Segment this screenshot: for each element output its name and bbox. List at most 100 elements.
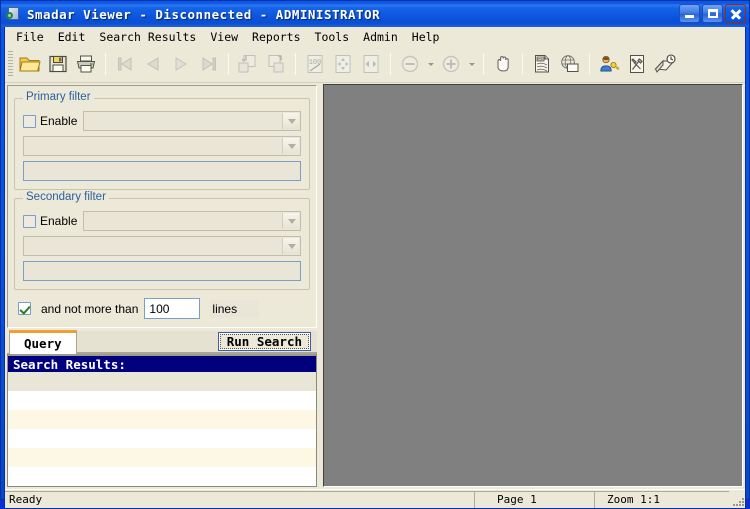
print-icon[interactable]	[72, 50, 100, 78]
secondary-filter-row-2	[23, 236, 301, 256]
svg-text:PDF: PDF	[537, 58, 543, 62]
search-results-header: Search Results:	[8, 354, 316, 372]
next-page-icon[interactable]	[167, 50, 195, 78]
chevron-down-icon[interactable]	[282, 113, 299, 129]
primary-filter-row-2	[23, 136, 301, 156]
primary-filter-row-3	[23, 161, 301, 181]
list-item[interactable]	[8, 372, 316, 391]
primary-filter-operator-combo[interactable]	[23, 136, 301, 156]
run-search-button[interactable]: Run Search	[217, 332, 311, 351]
zoom-100-percent-icon[interactable]: 100	[301, 50, 329, 78]
primary-filter-enable-label: Enable	[40, 114, 78, 128]
toolbar-separator	[228, 53, 229, 75]
search-results-list[interactable]	[8, 372, 316, 486]
close-button[interactable]	[725, 4, 746, 23]
filter-form: Primary filter Enable Secondary filter E…	[7, 85, 317, 328]
zoom-out-dropdown-icon[interactable]	[424, 50, 437, 78]
fit-width-icon[interactable]	[357, 50, 385, 78]
history-log-icon[interactable]	[651, 50, 679, 78]
status-message: Ready	[5, 490, 474, 508]
line-limit-checkbox[interactable]	[18, 302, 31, 315]
toolbar-separator	[483, 53, 484, 75]
list-item[interactable]	[8, 448, 316, 467]
svg-text:100: 100	[309, 59, 322, 67]
menu-help[interactable]: Help	[405, 28, 447, 46]
application-window: Smadar Viewer - Disconnected - ADMINISTR…	[0, 0, 750, 509]
line-limit-label: and not more than	[41, 301, 139, 316]
menu-reports[interactable]: Reports	[245, 28, 307, 46]
secondary-filter-field-combo[interactable]	[83, 211, 301, 231]
primary-filter-row-1: Enable	[23, 111, 301, 131]
user-permissions-icon[interactable]	[595, 50, 623, 78]
toolbar-separator	[295, 53, 296, 75]
list-item[interactable]	[8, 429, 316, 448]
zoom-in-dropdown-icon[interactable]	[465, 50, 478, 78]
secondary-filter-enable-label: Enable	[40, 214, 78, 228]
toolbar-separator	[390, 53, 391, 75]
secondary-filter-value-input[interactable]	[23, 261, 301, 281]
secondary-filter-operator-combo[interactable]	[23, 236, 301, 256]
document-viewer-area[interactable]	[323, 84, 743, 487]
chevron-down-icon[interactable]	[282, 138, 299, 154]
primary-filter-value-input[interactable]	[23, 161, 301, 181]
line-limit-input[interactable]: 100	[144, 298, 201, 319]
list-item[interactable]	[8, 391, 316, 410]
line-limit-row: and not more than 100 lines	[18, 298, 310, 319]
list-item[interactable]	[8, 410, 316, 429]
resize-grip-icon[interactable]	[729, 491, 745, 507]
status-bar: Ready Page 1 Zoom 1:1	[5, 489, 745, 508]
insert-page-after-icon[interactable]	[262, 50, 290, 78]
menu-edit[interactable]: Edit	[51, 28, 93, 46]
menu-search-results[interactable]: Search Results	[92, 28, 203, 46]
status-zoom: Zoom 1:1	[594, 490, 729, 508]
tabstrip-filler: Run Search	[76, 331, 317, 353]
menu-admin[interactable]: Admin	[356, 28, 405, 46]
line-limit-units-label: lines	[210, 299, 260, 318]
query-panel: Primary filter Enable Secondary filter E…	[5, 83, 319, 489]
secondary-filter-row-3	[23, 261, 301, 281]
list-item[interactable]	[8, 467, 316, 486]
insert-page-before-icon[interactable]	[234, 50, 262, 78]
save-floppy-icon[interactable]	[44, 50, 72, 78]
title-bar[interactable]: Smadar Viewer - Disconnected - ADMINISTR…	[1, 1, 749, 27]
chevron-down-icon[interactable]	[282, 213, 299, 229]
minimize-button[interactable]	[679, 4, 700, 23]
pan-hand-icon[interactable]	[489, 50, 517, 78]
window-controls	[679, 4, 746, 23]
client-area: File Edit Search Results View Reports To…	[4, 27, 746, 509]
previous-page-icon[interactable]	[139, 50, 167, 78]
first-page-icon[interactable]	[111, 50, 139, 78]
toolbar-separator	[105, 53, 106, 75]
viewer-app-icon	[5, 5, 23, 23]
window-title: Smadar Viewer - Disconnected - ADMINISTR…	[27, 6, 381, 22]
menu-tools[interactable]: Tools	[308, 28, 357, 46]
toolbar-separator	[522, 53, 523, 75]
secondary-filter-group: Secondary filter Enable	[14, 191, 310, 290]
primary-filter-field-combo[interactable]	[83, 111, 301, 131]
tab-query[interactable]: Query	[9, 330, 77, 354]
toolbar-grip[interactable]	[8, 51, 13, 77]
fit-page-icon[interactable]	[329, 50, 357, 78]
zoom-out-icon[interactable]	[396, 50, 424, 78]
maximize-button[interactable]	[702, 4, 723, 23]
query-tabstrip: Query Run Search	[7, 328, 317, 354]
export-pdf-icon[interactable]: PDF	[528, 50, 556, 78]
menu-view[interactable]: View	[203, 28, 245, 46]
publish-web-icon[interactable]	[556, 50, 584, 78]
last-page-icon[interactable]	[195, 50, 223, 78]
status-page: Page 1	[474, 490, 594, 508]
toolbar-separator	[589, 53, 590, 75]
menu-bar: File Edit Search Results View Reports To…	[5, 27, 745, 46]
main-split: Primary filter Enable Secondary filter E…	[5, 83, 745, 489]
search-results-panel: Search Results:	[7, 354, 317, 487]
menu-file[interactable]: File	[9, 28, 51, 46]
zoom-in-icon[interactable]	[437, 50, 465, 78]
primary-filter-enable-checkbox[interactable]	[23, 114, 36, 128]
secondary-filter-enable-checkbox[interactable]	[23, 214, 36, 228]
settings-tools-icon[interactable]	[623, 50, 651, 78]
primary-filter-group: Primary filter Enable	[14, 91, 310, 190]
chevron-down-icon[interactable]	[282, 238, 299, 254]
secondary-filter-row-1: Enable	[23, 211, 301, 231]
toolbar: 100 PDF	[5, 46, 745, 83]
open-folder-icon[interactable]	[16, 50, 44, 78]
